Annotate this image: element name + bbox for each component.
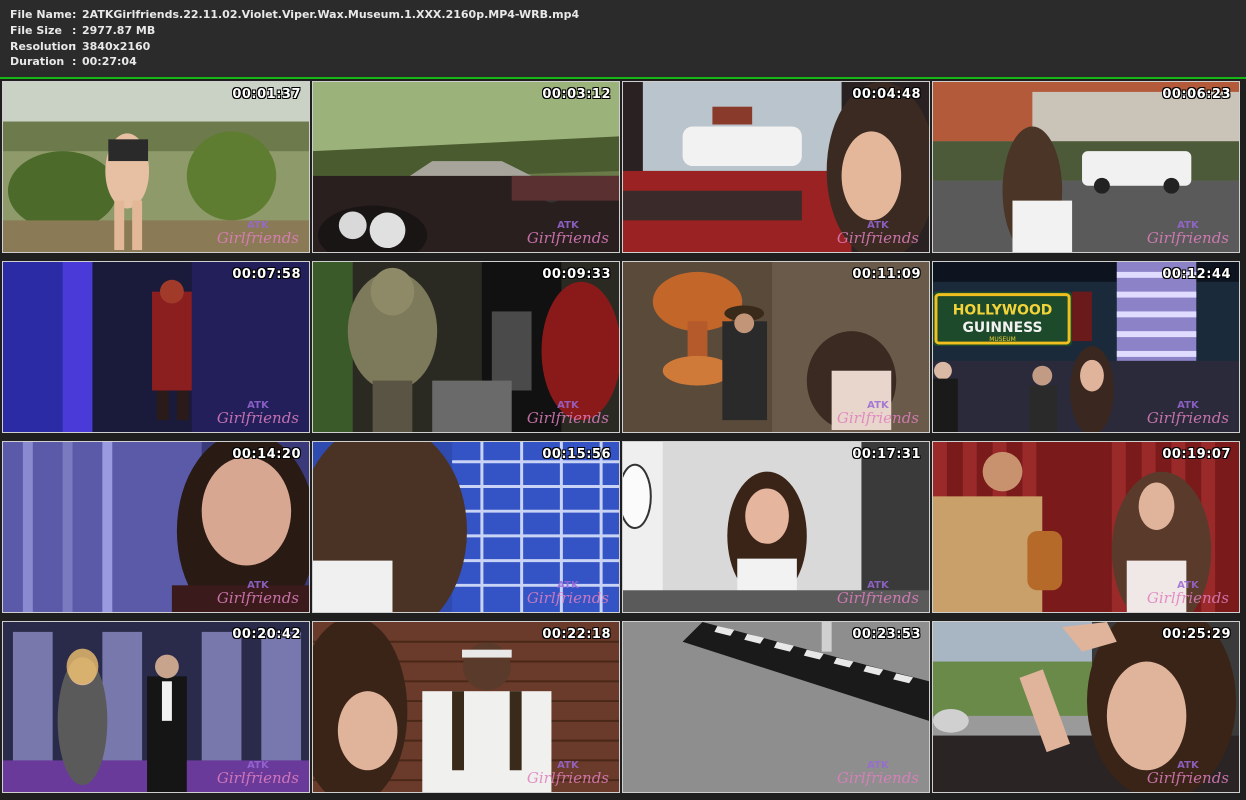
thumbnail-timestamp: 00:01:37: [232, 87, 301, 102]
atk-girlfriends-watermark: ATK Girlfriends: [527, 221, 609, 246]
watermark-main: Girlfriends: [526, 769, 609, 787]
watermark-main: Girlfriends: [1146, 229, 1229, 247]
file-name-row: File Name: 2ATKGirlfriends.22.11.02.Viole…: [10, 7, 579, 22]
watermark-main: Girlfriends: [216, 229, 299, 247]
resolution-label: Resolution: [10, 40, 77, 53]
hollywood-sign-line2: GUINNESS: [963, 320, 1043, 336]
thumbnail-12[interactable]: 00:19:07 ATK Girlfriends: [932, 441, 1240, 613]
watermark-main: Girlfriends: [836, 589, 919, 607]
watermark-main: Girlfriends: [216, 409, 299, 427]
atk-girlfriends-watermark: ATK Girlfriends: [217, 401, 299, 426]
watermark-main: Girlfriends: [1146, 409, 1229, 427]
duration-row: Duration:00:27:04: [10, 54, 137, 69]
watermark-main: Girlfriends: [216, 589, 299, 607]
thumbnail-11[interactable]: 00:17:31 ATK Girlfriends: [622, 441, 930, 613]
thumbnail-timestamp: 00:06:23: [1162, 87, 1231, 102]
thumbnail-3[interactable]: 00:04:48 ATK Girlfriends: [622, 81, 930, 253]
file-size-value: 2977.87 MB: [82, 24, 156, 37]
thumbnail-7[interactable]: 00:11:09 ATK Girlfriends: [622, 261, 930, 433]
file-size-row: File Size:2977.87 MB: [10, 23, 155, 38]
watermark-main: Girlfriends: [526, 409, 609, 427]
thumbnail-grid: 00:01:37 ATK Girlfriends 00:03:12 ATK Girl…: [0, 77, 1246, 800]
duration-value: 00:27:04: [82, 55, 137, 68]
thumbnail-timestamp: 00:19:07: [1162, 447, 1231, 462]
thumbnail-timestamp: 00:23:53: [852, 627, 921, 642]
atk-girlfriends-watermark: ATK Girlfriends: [1147, 581, 1229, 606]
watermark-main: Girlfriends: [1146, 769, 1229, 787]
atk-girlfriends-watermark: ATK Girlfriends: [837, 401, 919, 426]
atk-girlfriends-watermark: ATK Girlfriends: [217, 581, 299, 606]
atk-girlfriends-watermark: ATK Girlfriends: [527, 401, 609, 426]
watermark-main: Girlfriends: [836, 769, 919, 787]
thumbnail-timestamp: 00:22:18: [542, 627, 611, 642]
thumbnail-15[interactable]: 00:23:53 ATK Girlfriends: [622, 621, 930, 793]
watermark-main: Girlfriends: [836, 409, 919, 427]
thumbnail-10[interactable]: 00:15:56 ATK Girlfriends: [312, 441, 620, 613]
hollywood-sign-line1: HOLLYWOOD: [953, 302, 1053, 318]
atk-girlfriends-watermark: ATK Girlfriends: [837, 581, 919, 606]
watermark-main: Girlfriends: [526, 229, 609, 247]
atk-girlfriends-watermark: ATK Girlfriends: [217, 761, 299, 786]
atk-girlfriends-watermark: ATK Girlfriends: [1147, 761, 1229, 786]
thumbnail-timestamp: 00:03:12: [542, 87, 611, 102]
atk-girlfriends-watermark: ATK Girlfriends: [527, 581, 609, 606]
resolution-separator: :: [72, 40, 77, 53]
thumbnail-timestamp: 00:20:42: [232, 627, 301, 642]
thumbnail-1[interactable]: 00:01:37 ATK Girlfriends: [2, 81, 310, 253]
atk-girlfriends-watermark: ATK Girlfriends: [527, 761, 609, 786]
atk-girlfriends-watermark: ATK Girlfriends: [837, 221, 919, 246]
atk-girlfriends-watermark: ATK Girlfriends: [1147, 221, 1229, 246]
watermark-main: Girlfriends: [216, 769, 299, 787]
watermark-main: Girlfriends: [526, 589, 609, 607]
thumbnail-5[interactable]: 00:07:58 ATK Girlfriends: [2, 261, 310, 433]
atk-girlfriends-watermark: ATK Girlfriends: [837, 761, 919, 786]
thumbnail-4[interactable]: 00:06:23 ATK Girlfriends: [932, 81, 1240, 253]
duration-separator: :: [72, 55, 77, 68]
thumbnail-14[interactable]: 00:22:18 ATK Girlfriends: [312, 621, 620, 793]
thumbnail-2[interactable]: 00:03:12 ATK Girlfriends: [312, 81, 620, 253]
file-info-header: File Name: 2ATKGirlfriends.22.11.02.Viole…: [0, 0, 1246, 76]
thumbnail-timestamp: 00:25:29: [1162, 627, 1231, 642]
watermark-main: Girlfriends: [836, 229, 919, 247]
resolution-row: Resolution: 3840x2160: [10, 39, 150, 54]
thumbnail-timestamp: 00:11:09: [852, 267, 921, 282]
file-name-separator: :: [72, 8, 77, 21]
thumbnail-timestamp: 00:12:44: [1162, 267, 1231, 282]
thumbnail-timestamp: 00:09:33: [542, 267, 611, 282]
thumbnail-timestamp: 00:15:56: [542, 447, 611, 462]
thumbnail-timestamp: 00:17:31: [852, 447, 921, 462]
hollywood-sign-line3: MUSEUM: [989, 336, 1016, 343]
thumbnail-13[interactable]: 00:20:42 ATK Girlfriends: [2, 621, 310, 793]
atk-girlfriends-watermark: ATK Girlfriends: [1147, 401, 1229, 426]
file-size-label: File Size: [10, 24, 62, 37]
duration-label: Duration: [10, 55, 65, 68]
file-size-separator: :: [72, 24, 77, 37]
atk-girlfriends-watermark: ATK Girlfriends: [217, 221, 299, 246]
watermark-main: Girlfriends: [1146, 589, 1229, 607]
thumbnail-timestamp: 00:07:58: [232, 267, 301, 282]
thumbnail-timestamp: 00:04:48: [852, 87, 921, 102]
thumbnail-8[interactable]: HOLLYWOOD GUINNESS MUSEUM 00:12:44 ATK Gi…: [932, 261, 1240, 433]
thumbnail-timestamp: 00:14:20: [232, 447, 301, 462]
thumbnail-9[interactable]: 00:14:20 ATK Girlfriends: [2, 441, 310, 613]
file-name-value: 2ATKGirlfriends.22.11.02.Violet.Viper.Wa…: [82, 8, 580, 21]
thumbnail-6[interactable]: 00:09:33 ATK Girlfriends: [312, 261, 620, 433]
file-name-label: File Name: [10, 8, 72, 21]
resolution-value: 3840x2160: [82, 40, 151, 53]
thumbnail-16[interactable]: 00:25:29 ATK Girlfriends: [932, 621, 1240, 793]
